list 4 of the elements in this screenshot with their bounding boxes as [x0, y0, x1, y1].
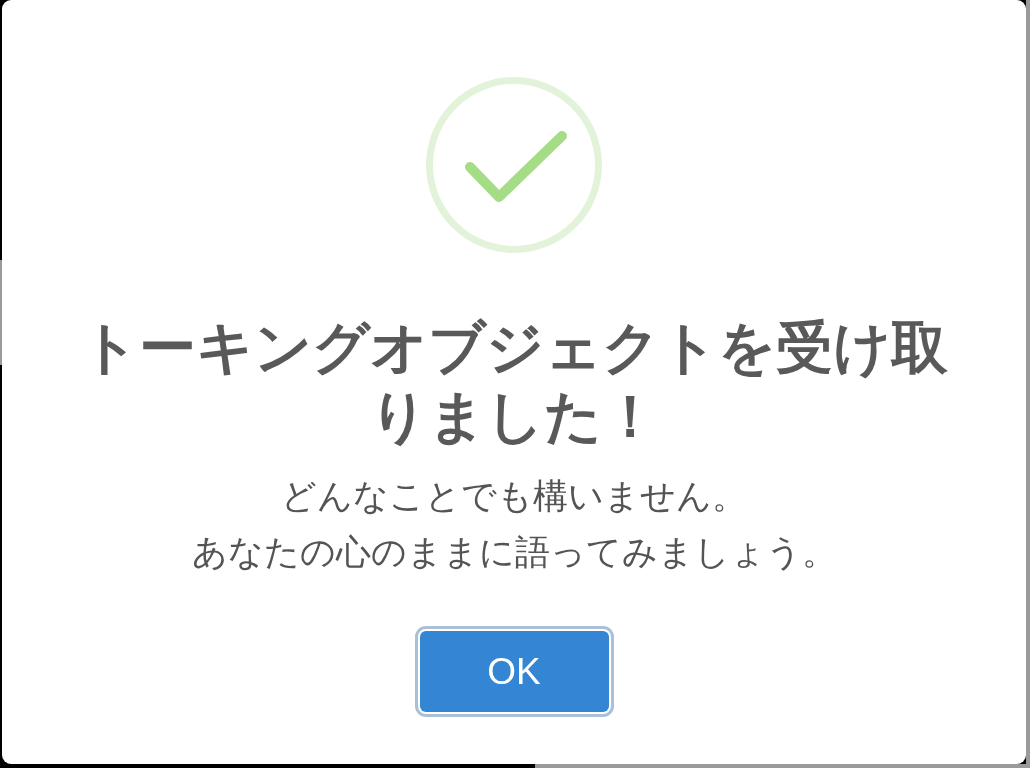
- message-line: あなたの心のままに語ってみましょう。: [191, 531, 837, 574]
- check-circle-icon: [426, 77, 602, 253]
- message-line: どんなことでも構いません。: [281, 475, 747, 518]
- dialog-title: トーキングオブジェクトを受け取りました！: [79, 313, 949, 451]
